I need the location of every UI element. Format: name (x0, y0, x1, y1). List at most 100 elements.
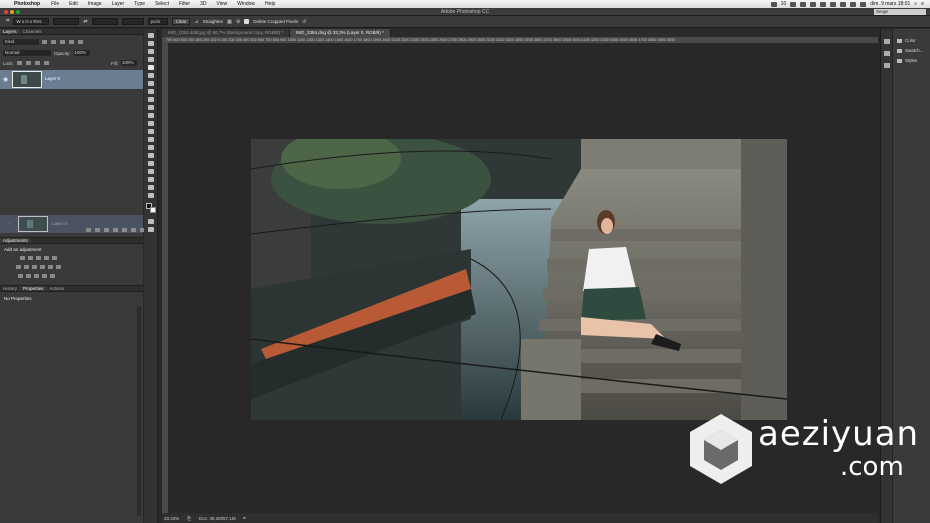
crop-settings-icon[interactable]: ⚙ (236, 19, 240, 25)
tab-history[interactable]: History (0, 286, 20, 291)
brush-tool-icon[interactable] (148, 89, 154, 94)
resolution-unit-select[interactable]: px/in (147, 18, 168, 25)
paragraph-panel-icon[interactable] (884, 63, 890, 68)
color-lookup-icon[interactable] (56, 265, 61, 269)
blend-mode-select[interactable]: Normal (3, 50, 51, 56)
crop-tool-icon[interactable] (148, 65, 154, 70)
pen-tool-icon[interactable] (148, 145, 154, 150)
width-field[interactable] (53, 18, 80, 25)
vibrance-icon[interactable] (52, 256, 57, 260)
reset-crop-icon[interactable]: ↺ (302, 19, 306, 25)
new-layer-icon[interactable] (131, 228, 136, 232)
type-tool-icon[interactable] (148, 153, 154, 158)
delete-cropped-checkbox[interactable] (244, 19, 250, 24)
screen-mode-icon[interactable] (148, 227, 154, 232)
ratio-select[interactable]: W x H x Res. (13, 18, 50, 25)
color-balance-icon[interactable] (24, 265, 29, 269)
status-menu-arrow-icon[interactable]: ▸ (244, 515, 246, 521)
menu-3d[interactable]: 3D (195, 1, 211, 7)
invert-icon[interactable] (18, 274, 23, 278)
doc-tab-2[interactable]: IMG_2384.dng @ 33,3% (Layer 0, RGB/8) * (290, 29, 391, 37)
tab-properties[interactable]: Properties (20, 286, 47, 291)
link-layers-icon[interactable] (86, 228, 91, 232)
notification-center-icon[interactable]: ≡ (921, 1, 924, 7)
volume-icon[interactable] (850, 1, 857, 7)
exposure-icon[interactable] (44, 256, 49, 260)
tab-layers[interactable]: Layers (0, 29, 20, 34)
curves-icon[interactable] (36, 256, 41, 260)
filter-adjustment-icon[interactable] (51, 40, 56, 44)
clone-stamp-tool-icon[interactable] (148, 97, 154, 102)
quick-selection-tool-icon[interactable] (148, 57, 154, 62)
resolution-field[interactable] (121, 18, 144, 25)
tab-channels[interactable]: Channels (20, 29, 45, 34)
dock-item-styles[interactable]: Styles (897, 58, 917, 63)
lock-position-icon[interactable] (34, 61, 40, 65)
menu-image[interactable]: Image (83, 1, 107, 7)
history-panel-icon[interactable] (884, 39, 890, 44)
document-image[interactable] (251, 139, 787, 420)
crop-tool-preset-icon[interactable]: ⌗ (6, 18, 9, 25)
properties-scrollbar[interactable] (137, 306, 141, 516)
new-adjustment-icon[interactable] (113, 228, 118, 232)
height-field[interactable] (91, 18, 118, 25)
menu-select[interactable]: Select (150, 1, 174, 7)
photo-filter-icon[interactable] (40, 265, 45, 269)
healing-brush-tool-icon[interactable] (148, 81, 154, 86)
wifi-icon[interactable] (840, 1, 847, 7)
menu-filter[interactable]: Filter (174, 1, 195, 7)
layer-name[interactable]: Layer 0 (45, 76, 60, 81)
hand-tool-icon[interactable] (148, 177, 154, 182)
filter-type-icon[interactable] (60, 40, 65, 44)
zoom-tool-icon[interactable] (148, 185, 154, 190)
history-brush-tool-icon[interactable] (148, 105, 154, 110)
filter-shape-icon[interactable] (69, 40, 74, 44)
gradient-tool-icon[interactable] (148, 121, 154, 126)
battery-icon[interactable] (860, 1, 867, 7)
cloud-icon[interactable] (800, 1, 807, 7)
posterize-icon[interactable] (26, 274, 31, 278)
blur-tool-icon[interactable] (148, 129, 154, 134)
black-white-icon[interactable] (32, 265, 37, 269)
bluetooth-icon[interactable] (830, 1, 837, 7)
zoom-level[interactable]: 33,33% (164, 516, 179, 521)
layer-row[interactable]: ◉ Layer 0 (0, 70, 143, 89)
tab-adjustments[interactable]: Adjustments (0, 238, 31, 243)
menu-edit[interactable]: Edit (64, 1, 83, 7)
layer-mask-icon[interactable] (104, 228, 109, 232)
quick-mask-icon[interactable] (148, 219, 154, 224)
move-tool-icon[interactable] (148, 33, 154, 38)
menu-type[interactable]: Type (129, 1, 150, 7)
doc-tab-1[interactable]: IMG_0251-Edit.jpg @ 66,7% (Background co… (162, 29, 291, 37)
marquee-tool-icon[interactable] (148, 41, 154, 46)
lasso-tool-icon[interactable] (148, 49, 154, 54)
workspace-switcher[interactable]: Serge (874, 9, 926, 15)
menu-view[interactable]: View (212, 1, 233, 7)
hue-saturation-icon[interactable] (16, 265, 21, 269)
menubar-clock[interactable]: dim. 9 mars 18:01 (870, 1, 910, 7)
path-selection-tool-icon[interactable] (148, 161, 154, 166)
app-menu[interactable]: Photoshop (12, 1, 46, 7)
clear-button[interactable]: Clear (171, 18, 191, 25)
visibility-eye-icon[interactable]: ◉ (3, 76, 8, 83)
straighten-icon[interactable]: ⊿ (194, 19, 198, 25)
filter-pixel-icon[interactable] (42, 40, 47, 44)
lock-image-icon[interactable] (25, 61, 31, 65)
menu-help[interactable]: Help (260, 1, 280, 7)
channel-mixer-icon[interactable] (48, 265, 53, 269)
more-tools-icon[interactable] (148, 193, 154, 198)
sync-icon[interactable] (810, 1, 817, 7)
eraser-tool-icon[interactable] (148, 113, 154, 118)
dropbox-icon[interactable] (790, 1, 797, 7)
filter-smart-object-icon[interactable] (78, 40, 83, 44)
levels-icon[interactable] (28, 256, 33, 260)
opacity-field[interactable]: 100% (73, 50, 90, 56)
character-panel-icon[interactable] (884, 51, 890, 56)
menu-layer[interactable]: Layer (107, 1, 130, 7)
background-color-swatch[interactable] (150, 207, 156, 213)
eyedropper-tool-icon[interactable] (148, 73, 154, 78)
brightness-contrast-icon[interactable] (20, 256, 25, 260)
layer-kind-filter[interactable]: Kind (3, 39, 39, 45)
threshold-icon[interactable] (34, 274, 39, 278)
status-app-icon[interactable] (770, 1, 777, 7)
